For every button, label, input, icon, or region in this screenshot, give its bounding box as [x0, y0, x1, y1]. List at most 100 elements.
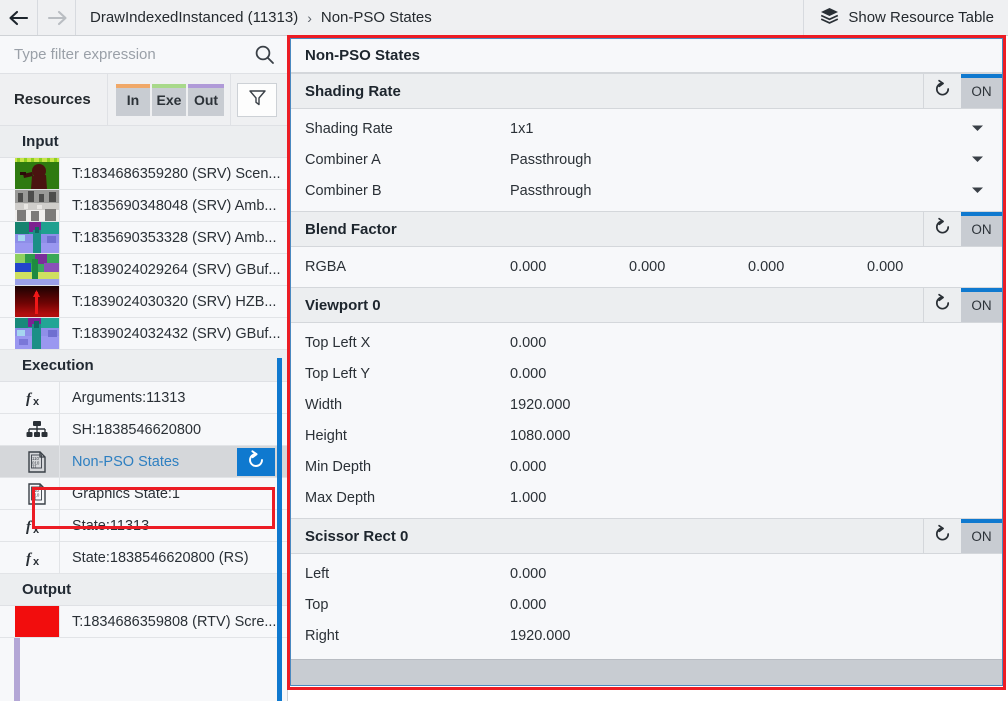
list-item[interactable]: T:1839024029264 (SRV) GBuf...	[0, 254, 287, 286]
property-row[interactable]: Height 1080.000	[291, 420, 1002, 451]
show-resource-table-label: Show Resource Table	[848, 9, 994, 26]
list-item[interactable]: f x Arguments:11313	[0, 382, 287, 414]
list-item[interactable]: 110 010 11 Graphics State:1	[0, 478, 287, 510]
list-item[interactable]: T:1835690353328 (SRV) Amb...	[0, 222, 287, 254]
list-item[interactable]: f x State:11313	[0, 510, 287, 542]
segment-in-label: In	[126, 91, 140, 108]
list-item[interactable]: T:1839024032432 (SRV) GBuf...	[0, 318, 287, 350]
segment-out[interactable]: Out	[188, 83, 224, 116]
svg-text:11: 11	[32, 496, 37, 501]
property-row[interactable]: RGBA 0.000 0.000 0.000 0.000	[291, 251, 1002, 282]
resources-label: Resources	[14, 91, 91, 108]
non-pso-states-panel: Non-PSO States Shading Rate ON Shading R…	[290, 38, 1003, 686]
property-value: 0.000	[510, 365, 547, 382]
section-toggle[interactable]: ON	[961, 212, 1002, 246]
property-value: Passthrough	[510, 182, 592, 199]
list-item[interactable]: f x State:1838546620800 (RS)	[0, 542, 287, 574]
section-toggle[interactable]: ON	[961, 519, 1002, 553]
fx-icon: f x	[14, 382, 60, 413]
property-value-g: 0.000	[629, 258, 666, 275]
section-toggle-label: ON	[971, 297, 992, 313]
section-reset-button[interactable]	[923, 288, 961, 322]
sidebar-item-label: Non-PSO States	[72, 453, 180, 470]
top-navigation-bar: DrawIndexedInstanced (11313) › Non-PSO S…	[0, 0, 1008, 36]
arrow-right-icon	[46, 9, 68, 27]
property-name: Top	[305, 596, 329, 613]
property-name: Max Depth	[305, 489, 376, 506]
section-body-viewport-0: Top Left X 0.000 Top Left Y 0.000 Width …	[291, 323, 1002, 518]
thumbnail-gbuffer2	[14, 318, 60, 349]
list-item-label: T:1839024030320 (SRV) HZB...	[72, 293, 277, 310]
layers-icon	[820, 7, 839, 28]
section-header-shading-rate: Shading Rate ON	[291, 73, 1002, 109]
group-header-input[interactable]: Input	[0, 126, 287, 158]
section-reset-button[interactable]	[923, 74, 961, 108]
property-value-a: 0.000	[867, 258, 904, 275]
section-toggle[interactable]: ON	[961, 74, 1002, 108]
show-resource-table-button[interactable]: Show Resource Table	[803, 0, 1008, 35]
chevron-down-icon[interactable]	[971, 186, 1002, 195]
segment-out-color-cap	[188, 83, 224, 88]
property-value-b: 0.000	[748, 258, 785, 275]
list-item-label: T:1839024029264 (SRV) GBuf...	[72, 261, 281, 278]
section-body-blend-factor: RGBA 0.000 0.000 0.000 0.000	[291, 247, 1002, 287]
list-item[interactable]: T:1839024030320 (SRV) HZB...	[0, 286, 287, 318]
filter-input[interactable]	[14, 46, 248, 63]
property-row[interactable]: Max Depth 1.000	[291, 482, 1002, 513]
back-button[interactable]	[0, 0, 38, 35]
property-row[interactable]: Combiner B Passthrough	[291, 175, 1002, 206]
shader-hierarchy-icon	[14, 414, 60, 445]
property-row[interactable]: Right 1920.000	[291, 620, 1002, 651]
property-row[interactable]: Min Depth 0.000	[291, 451, 1002, 482]
list-item[interactable]: T:1834686359808 (RTV) Scre...	[0, 606, 287, 638]
breadcrumb-current[interactable]: Non-PSO States	[321, 9, 432, 26]
property-name: Combiner B	[305, 182, 382, 199]
list-item[interactable]: T:1835690348048 (SRV) Amb...	[0, 190, 287, 222]
reset-icon	[933, 524, 952, 548]
group-header-execution[interactable]: Execution	[0, 350, 287, 382]
filter-funnel-button[interactable]	[237, 82, 277, 117]
section-reset-button[interactable]	[923, 212, 961, 246]
breadcrumb-separator: ›	[307, 9, 312, 26]
chevron-down-icon[interactable]	[971, 155, 1002, 164]
segment-in[interactable]: In	[116, 83, 152, 116]
chevron-down-icon[interactable]	[971, 124, 1002, 133]
property-value: 0.000	[510, 334, 547, 351]
search-icon[interactable]	[248, 44, 279, 65]
list-item-label: T:1834686359280 (SRV) Scen...	[72, 165, 281, 182]
list-item[interactable]: T:1834686359280 (SRV) Scen...	[0, 158, 287, 190]
refresh-button[interactable]	[237, 448, 275, 476]
section-toggle-label: ON	[971, 528, 992, 544]
list-item[interactable]: SH:1838546620800	[0, 414, 287, 446]
page-title: Non-PSO States	[291, 39, 1002, 73]
filter-funnel-icon	[248, 88, 267, 112]
segment-in-color-cap	[116, 83, 150, 88]
property-value: 0.000	[510, 596, 547, 613]
property-row[interactable]: Top 0.000	[291, 589, 1002, 620]
property-value: 1x1	[510, 120, 534, 137]
section-title: Blend Factor	[305, 220, 397, 238]
section-header-blend-factor: Blend Factor ON	[291, 211, 1002, 247]
toggle-accent-bar	[961, 74, 1002, 78]
property-row[interactable]: Width 1920.000	[291, 389, 1002, 420]
forward-button[interactable]	[38, 0, 76, 35]
property-name: Top Left Y	[305, 365, 371, 382]
sidebar-item-non-pso-states[interactable]: 110 010 11 Non-PSO States	[0, 446, 287, 478]
resource-tree: Input T:1834686359280 (SRV) Scen... T:18…	[0, 126, 287, 638]
property-row[interactable]: Left 0.000	[291, 558, 1002, 589]
property-row[interactable]: Top Left Y 0.000	[291, 358, 1002, 389]
section-toggle[interactable]: ON	[961, 288, 1002, 322]
property-row[interactable]: Combiner A Passthrough	[291, 144, 1002, 175]
section-header-viewport-0: Viewport 0 ON	[291, 287, 1002, 323]
group-header-output[interactable]: Output	[0, 574, 287, 606]
segment-exe-color-cap	[152, 83, 186, 88]
breadcrumb: DrawIndexedInstanced (11313) › Non-PSO S…	[76, 0, 803, 35]
panel-footer	[291, 659, 1002, 685]
property-row[interactable]: Shading Rate 1x1	[291, 113, 1002, 144]
sidebar-scrollbar[interactable]	[277, 358, 282, 701]
section-reset-button[interactable]	[923, 519, 961, 553]
thumbnail-hzb	[14, 286, 60, 317]
property-row[interactable]: Top Left X 0.000	[291, 327, 1002, 358]
breadcrumb-root[interactable]: DrawIndexedInstanced (11313)	[90, 9, 298, 26]
segment-exe[interactable]: Exe	[152, 83, 188, 116]
